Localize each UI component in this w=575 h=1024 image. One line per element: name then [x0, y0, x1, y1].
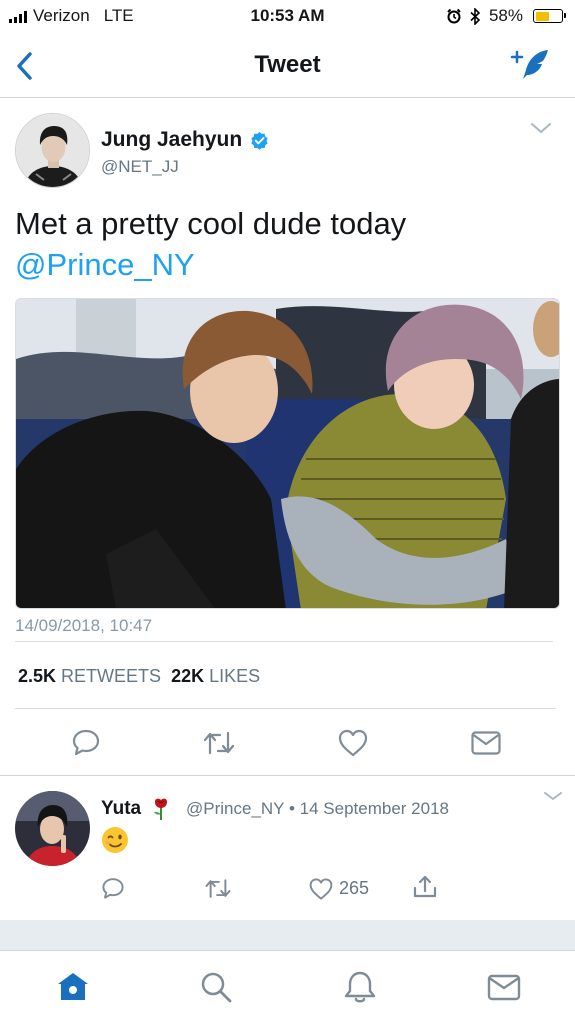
bluetooth-icon — [470, 7, 481, 25]
bottom-tab-bar — [0, 950, 575, 1024]
author-handle[interactable]: @NET_JJ — [101, 157, 179, 177]
reply-author-avatar[interactable] — [15, 791, 90, 866]
search-icon[interactable] — [198, 969, 234, 1005]
battery-fill — [535, 11, 550, 21]
page-title: Tweet — [254, 51, 321, 78]
author-name-row[interactable]: Jung Jaehyun — [101, 128, 269, 152]
section-separator — [0, 775, 575, 776]
share-icon[interactable] — [412, 874, 438, 900]
battery-percent: 58% — [488, 6, 523, 25]
likes-stat[interactable]: 22K LIKES — [171, 666, 260, 687]
reply-meta: @Prince_NY • 14 September 2018 — [186, 799, 449, 819]
reply-author-name-row[interactable]: Yuta — [101, 797, 171, 821]
author-avatar[interactable] — [15, 113, 90, 188]
home-icon[interactable] — [55, 969, 91, 1005]
chevron-down-icon[interactable] — [529, 121, 553, 135]
tweet-timestamp: 14/09/2018, 10:47 — [15, 616, 153, 635]
divider — [15, 641, 553, 642]
share-envelope-icon[interactable] — [470, 729, 502, 757]
reply-icon[interactable] — [71, 727, 101, 757]
likes-count: 22K — [171, 666, 205, 686]
chevron-down-icon[interactable] — [542, 790, 564, 802]
reply-author-name[interactable]: Yuta — [101, 798, 141, 820]
meta-separator: • — [288, 799, 295, 818]
status-bar-right: 58% — [446, 6, 566, 26]
like-heart-icon[interactable] — [308, 877, 334, 901]
divider — [15, 708, 556, 709]
section-separator — [0, 920, 575, 950]
retweet-icon[interactable] — [204, 877, 232, 900]
notifications-bell-icon[interactable] — [342, 969, 378, 1005]
navigation-bar: Tweet — [0, 34, 575, 98]
status-bar: Verizon LTE 10:53 AM 58% — [0, 0, 575, 34]
reply-like-count: 265 — [339, 878, 370, 898]
retweets-stat[interactable]: 2.5K RETWEETS — [18, 666, 161, 687]
rose-emoji-icon — [154, 798, 168, 820]
tweet-body: Met a pretty cool dude today — [15, 206, 407, 241]
reply-author-handle[interactable]: @Prince_NY — [186, 799, 284, 818]
reply-icon[interactable] — [101, 876, 125, 900]
tweet-text: Met a pretty cool dude today @Prince_NY — [15, 203, 555, 285]
verified-badge-icon — [251, 131, 268, 150]
like-heart-icon[interactable] — [337, 728, 369, 758]
retweet-icon[interactable] — [202, 729, 236, 757]
engagement-stats: 2.5K RETWEETS 22K LIKES — [18, 666, 260, 687]
wink-emoji-icon — [102, 827, 128, 853]
alarm-clock-icon — [447, 8, 461, 24]
retweets-label: RETWEETS — [61, 666, 162, 686]
reply-date: 14 September 2018 — [299, 799, 449, 818]
tweet-photo[interactable] — [15, 298, 560, 609]
battery-icon — [533, 9, 566, 23]
author-name[interactable]: Jung Jaehyun — [101, 128, 242, 152]
likes-label: LIKES — [209, 666, 261, 686]
retweets-count: 2.5K — [18, 666, 57, 686]
messages-envelope-icon[interactable] — [486, 969, 522, 1005]
mention-link[interactable]: @Prince_NY — [15, 244, 555, 285]
compose-feather-icon[interactable] — [510, 46, 552, 82]
